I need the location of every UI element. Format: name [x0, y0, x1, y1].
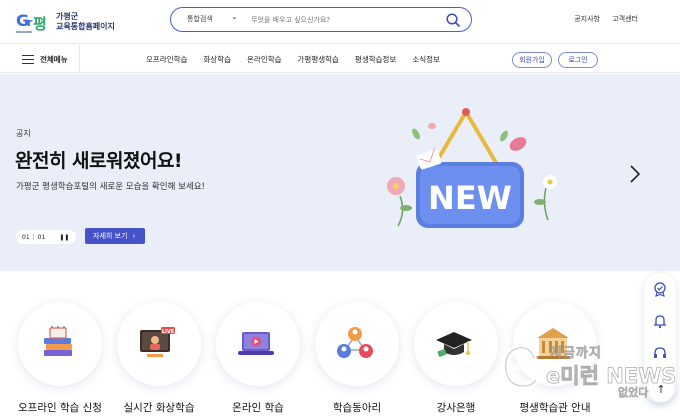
service-label: 실시간 화상학습 [123, 402, 195, 414]
service-label: 학습동아리 [332, 402, 382, 414]
logo-mark-icon: G r 평 [16, 11, 47, 33]
hamburger-icon [22, 54, 34, 64]
pager-current: 01 [22, 233, 30, 241]
next-slide-icon[interactable] [627, 164, 643, 184]
all-menu-label: 전체메뉴 [40, 54, 68, 64]
logo-line-2: 교육통합홈페이지 [56, 22, 115, 31]
service-club[interactable]: 학습동아리 [313, 302, 401, 420]
hero-kicker: 공지 [16, 129, 31, 138]
service-live[interactable]: LIVE 실시간 화상학습 [115, 302, 203, 420]
hero-banner: 공지 완전히 새로워졌어요! 가평군 평생학습포털의 새로운 모습을 확인해 보… [0, 74, 680, 271]
nav-item-gapyeong[interactable]: 가평평생학습 [298, 54, 339, 65]
new-sign-illustration: NEW [387, 108, 557, 228]
join-button[interactable]: 회원가입 [512, 52, 552, 68]
pause-icon[interactable]: ❚❚ [59, 234, 69, 241]
graduation-cap-icon [436, 332, 472, 357]
pager-separator: | [32, 233, 35, 241]
search-icon[interactable] [445, 12, 461, 28]
live-stream-icon: LIVE [140, 327, 175, 357]
notice-link[interactable]: 공지사항 [574, 14, 600, 24]
service-label: 온라인 학습 [232, 402, 284, 414]
login-button[interactable]: 로그인 [558, 52, 598, 68]
laptop-play-icon [238, 332, 274, 355]
chevron-down-icon[interactable]: ⌄ [231, 12, 238, 21]
watermark-bottom-text: 없었다 [618, 386, 649, 400]
news-watermark: 지금까지 e미런 NEWS 없었다 [500, 336, 677, 406]
service-label: 오프라인 학습 신청 [18, 402, 102, 414]
people-network-icon [337, 327, 373, 358]
watermark-main-text: e미런 NEWS [546, 364, 677, 389]
nav-item-video[interactable]: 화상학습 [203, 54, 231, 65]
nav-item-news[interactable]: 소식정보 [412, 54, 440, 65]
nav-item-offline[interactable]: 오프라인학습 [146, 54, 187, 65]
nav-items: 오프라인학습 화상학습 온라인학습 가평평생학습 평생학습정보 소식정보 [146, 54, 456, 65]
chevron-right-icon: › [132, 232, 136, 240]
watermark-logo-icon [502, 344, 540, 390]
service-label: 강사은행 [436, 402, 476, 414]
service-offline[interactable]: 오프라인 학습 신청 [16, 302, 104, 420]
customer-center-link[interactable]: 고객센터 [612, 14, 638, 24]
search-category[interactable]: 통합검색 [187, 14, 213, 24]
search-input[interactable] [251, 12, 431, 28]
books-icon [44, 326, 72, 356]
detail-button-label: 자세히 보기 [93, 232, 128, 240]
pager-total: 01 [37, 233, 46, 241]
detail-button[interactable]: 자세히 보기 › [85, 228, 145, 244]
hero-title: 완전히 새로워졌어요! [15, 150, 183, 172]
service-instructor-bank[interactable]: 강사은행 [412, 302, 500, 420]
logo-line-1: 가평군 [56, 12, 79, 21]
main-nav: 전체메뉴 오프라인학습 화상학습 온라인학습 가평평생학습 평생학습정보 소식정… [0, 45, 680, 73]
badge-icon[interactable] [652, 281, 668, 297]
watermark-top-text: 지금까지 [550, 346, 602, 362]
bell-icon[interactable] [652, 313, 668, 329]
site-logo[interactable]: G r 평 가평군 교육통합홈페이지 [16, 7, 115, 37]
all-menu-button[interactable]: 전체메뉴 [0, 45, 80, 73]
nav-item-info[interactable]: 평생학습정보 [355, 54, 396, 65]
slide-pager: 01 | 01 ❚❚ [16, 230, 76, 244]
service-online[interactable]: 온라인 학습 [214, 302, 302, 420]
hero-subtitle: 가평군 평생학습포털의 새로운 모습을 확인해 보세요! [16, 182, 205, 192]
svg-text:평: 평 [33, 15, 47, 33]
search-bar: 통합검색 ⌄ [170, 7, 472, 32]
svg-text:LIVE: LIVE [162, 329, 175, 335]
new-badge-text: NEW [428, 179, 512, 217]
site-header: G r 평 가평군 교육통합홈페이지 통합검색 ⌄ 공지사항 고객센터 [0, 0, 680, 44]
nav-item-online[interactable]: 온라인학습 [247, 54, 282, 65]
